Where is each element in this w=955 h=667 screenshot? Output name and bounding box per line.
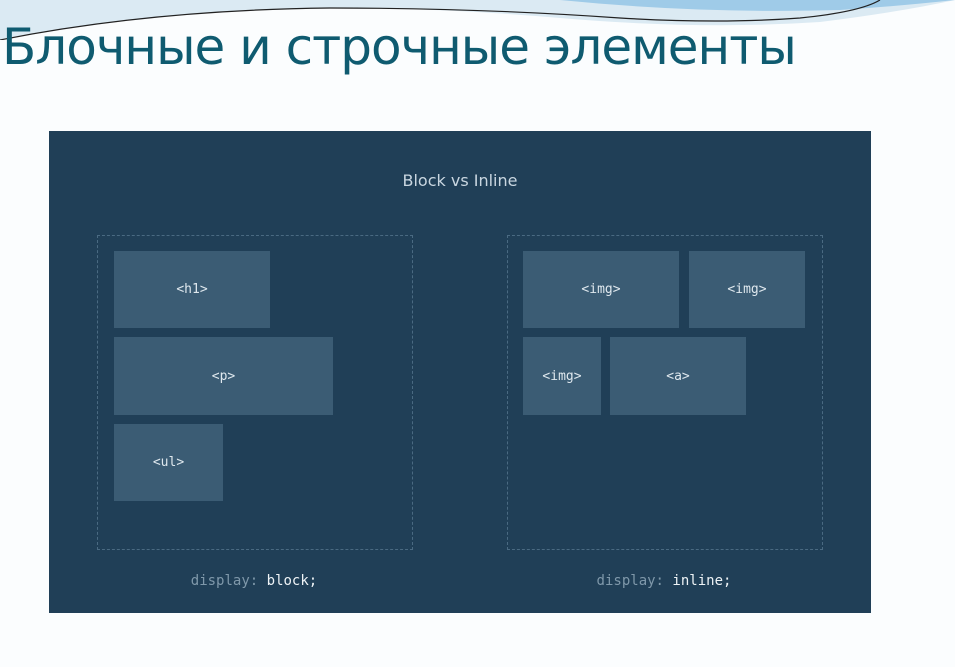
block-element-ul: <ul> (114, 424, 223, 501)
block-element-h1: <h1> (114, 251, 270, 328)
slide-title: Блочные и строчные элементы (2, 18, 797, 76)
inline-element-img: <img> (523, 251, 679, 328)
block-caption-property: display: (190, 573, 259, 589)
block-caption-value: block; (266, 573, 318, 589)
diagram-title: Block vs Inline (402, 171, 518, 190)
inline-caption-value: inline; (672, 573, 732, 589)
inline-caption: display: inline; (504, 573, 824, 589)
inline-element-a: <a> (610, 337, 746, 415)
block-element-p: <p> (114, 337, 333, 415)
inline-caption-property: display: (596, 573, 664, 589)
block-caption: display: block; (94, 573, 414, 589)
inline-element-img: <img> (523, 337, 601, 415)
inline-element-img: <img> (689, 251, 805, 328)
block-vs-inline-diagram: Block vs Inline <h1> <p> <ul> <img> <img… (49, 131, 871, 613)
